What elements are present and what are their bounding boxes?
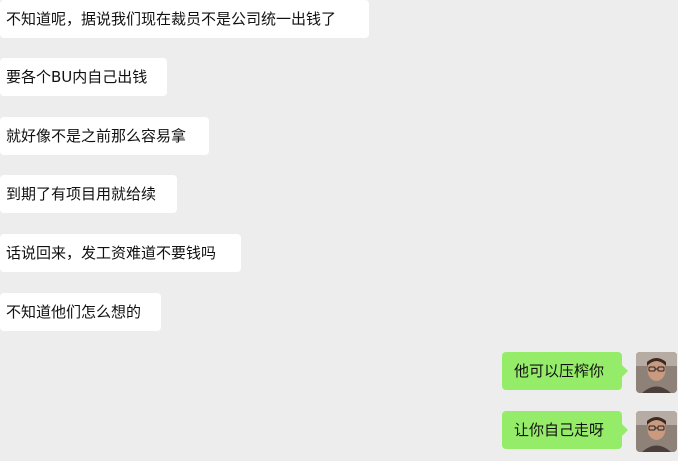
- incoming-message-bubble[interactable]: 就好像不是之前那么容易拿: [0, 117, 209, 155]
- message-text: 不知道他们怎么想的: [6, 303, 142, 321]
- message-text: 就好像不是之前那么容易拿: [6, 127, 187, 145]
- incoming-message-bubble[interactable]: 不知道他们怎么想的: [0, 293, 161, 331]
- message-text: 他可以压榨你: [514, 362, 605, 380]
- incoming-message-bubble[interactable]: 要各个BU内自己出钱: [0, 58, 167, 96]
- message-text: 话说回来，发工资难道不要钱吗: [6, 244, 217, 262]
- incoming-message-bubble[interactable]: 不知道呢，据说我们现在裁员不是公司统一出钱了: [0, 0, 369, 38]
- message-text: 到期了有项目用就给续: [6, 185, 157, 203]
- user-avatar-icon[interactable]: [636, 352, 677, 393]
- message-text: 不知道呢，据说我们现在裁员不是公司统一出钱了: [6, 10, 337, 28]
- message-text: 让你自己走呀: [514, 421, 605, 439]
- message-text: 要各个BU内自己出钱: [6, 68, 148, 86]
- incoming-message-bubble[interactable]: 话说回来，发工资难道不要钱吗: [0, 234, 241, 272]
- user-avatar-icon[interactable]: [636, 411, 677, 452]
- outgoing-message-bubble[interactable]: 他可以压榨你: [502, 352, 628, 390]
- chat-message-list: 不知道呢，据说我们现在裁员不是公司统一出钱了 要各个BU内自己出钱 就好像不是之…: [0, 0, 678, 461]
- incoming-message-bubble[interactable]: 到期了有项目用就给续: [0, 175, 177, 213]
- outgoing-message-bubble[interactable]: 让你自己走呀: [502, 411, 628, 449]
